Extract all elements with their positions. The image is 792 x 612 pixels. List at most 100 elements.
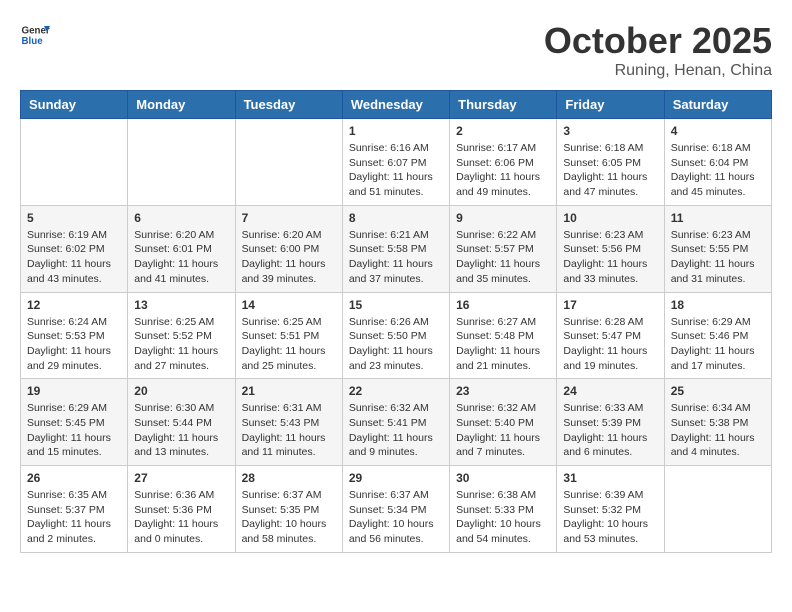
- day-number: 13: [134, 298, 228, 312]
- day-number: 31: [563, 471, 657, 485]
- day-number: 27: [134, 471, 228, 485]
- day-number: 29: [349, 471, 443, 485]
- svg-text:Blue: Blue: [22, 36, 44, 47]
- day-header-friday: Friday: [557, 91, 664, 119]
- day-cell: 22 Sunrise: 6:32 AM Sunset: 5:41 PM Dayli…: [342, 379, 449, 466]
- day-info: Sunrise: 6:26 AM Sunset: 5:50 PM Dayligh…: [349, 315, 443, 374]
- day-info: Sunrise: 6:19 AM Sunset: 6:02 PM Dayligh…: [27, 228, 121, 287]
- day-info: Sunrise: 6:29 AM Sunset: 5:45 PM Dayligh…: [27, 401, 121, 460]
- day-number: 7: [242, 211, 336, 225]
- day-info: Sunrise: 6:25 AM Sunset: 5:51 PM Dayligh…: [242, 315, 336, 374]
- day-header-saturday: Saturday: [664, 91, 771, 119]
- day-info: Sunrise: 6:25 AM Sunset: 5:52 PM Dayligh…: [134, 315, 228, 374]
- day-number: 4: [671, 124, 765, 138]
- day-info: Sunrise: 6:21 AM Sunset: 5:58 PM Dayligh…: [349, 228, 443, 287]
- day-info: Sunrise: 6:23 AM Sunset: 5:56 PM Dayligh…: [563, 228, 657, 287]
- day-cell: 6 Sunrise: 6:20 AM Sunset: 6:01 PM Daylig…: [128, 205, 235, 292]
- day-cell: [664, 466, 771, 553]
- day-header-thursday: Thursday: [450, 91, 557, 119]
- week-row-3: 12 Sunrise: 6:24 AM Sunset: 5:53 PM Dayli…: [21, 292, 772, 379]
- day-info: Sunrise: 6:33 AM Sunset: 5:39 PM Dayligh…: [563, 401, 657, 460]
- day-cell: 24 Sunrise: 6:33 AM Sunset: 5:39 PM Dayli…: [557, 379, 664, 466]
- header: General Blue October 2025 Runing, Henan,…: [20, 20, 772, 80]
- day-info: Sunrise: 6:27 AM Sunset: 5:48 PM Dayligh…: [456, 315, 550, 374]
- day-info: Sunrise: 6:38 AM Sunset: 5:33 PM Dayligh…: [456, 488, 550, 547]
- day-cell: 25 Sunrise: 6:34 AM Sunset: 5:38 PM Dayli…: [664, 379, 771, 466]
- day-number: 10: [563, 211, 657, 225]
- day-number: 2: [456, 124, 550, 138]
- day-cell: 14 Sunrise: 6:25 AM Sunset: 5:51 PM Dayli…: [235, 292, 342, 379]
- day-info: Sunrise: 6:17 AM Sunset: 6:06 PM Dayligh…: [456, 141, 550, 200]
- day-cell: 27 Sunrise: 6:36 AM Sunset: 5:36 PM Dayli…: [128, 466, 235, 553]
- day-cell: 19 Sunrise: 6:29 AM Sunset: 5:45 PM Dayli…: [21, 379, 128, 466]
- day-cell: [128, 119, 235, 206]
- day-number: 19: [27, 384, 121, 398]
- day-header-tuesday: Tuesday: [235, 91, 342, 119]
- day-number: 14: [242, 298, 336, 312]
- day-header-sunday: Sunday: [21, 91, 128, 119]
- day-cell: 7 Sunrise: 6:20 AM Sunset: 6:00 PM Daylig…: [235, 205, 342, 292]
- day-cell: 28Sunrise: 6:37 AM Sunset: 5:35 PM Dayli…: [235, 466, 342, 553]
- day-info: Sunrise: 6:36 AM Sunset: 5:36 PM Dayligh…: [134, 488, 228, 547]
- day-cell: 31 Sunrise: 6:39 AM Sunset: 5:32 PM Dayli…: [557, 466, 664, 553]
- week-row-4: 19 Sunrise: 6:29 AM Sunset: 5:45 PM Dayli…: [21, 379, 772, 466]
- day-info: Sunrise: 6:32 AM Sunset: 5:40 PM Dayligh…: [456, 401, 550, 460]
- day-cell: 30Sunrise: 6:38 AM Sunset: 5:33 PM Dayli…: [450, 466, 557, 553]
- day-cell: 10 Sunrise: 6:23 AM Sunset: 5:56 PM Dayli…: [557, 205, 664, 292]
- day-number: 22: [349, 384, 443, 398]
- day-cell: 20 Sunrise: 6:30 AM Sunset: 5:44 PM Dayli…: [128, 379, 235, 466]
- day-info: Sunrise: 6:24 AM Sunset: 5:53 PM Dayligh…: [27, 315, 121, 374]
- day-number: 20: [134, 384, 228, 398]
- day-cell: 29 Sunrise: 6:37 AM Sunset: 5:34 PM Dayli…: [342, 466, 449, 553]
- day-cell: 13 Sunrise: 6:25 AM Sunset: 5:52 PM Dayli…: [128, 292, 235, 379]
- title-area: October 2025 Runing, Henan, China: [544, 20, 772, 80]
- day-info: Sunrise: 6:23 AM Sunset: 5:55 PM Dayligh…: [671, 228, 765, 287]
- day-info: Sunrise: 6:39 AM Sunset: 5:32 PM Dayligh…: [563, 488, 657, 547]
- day-cell: [235, 119, 342, 206]
- day-header-monday: Monday: [128, 91, 235, 119]
- day-info: Sunrise: 6:29 AM Sunset: 5:46 PM Dayligh…: [671, 315, 765, 374]
- day-info: Sunrise: 6:18 AM Sunset: 6:04 PM Dayligh…: [671, 141, 765, 200]
- day-info: Sunrise: 6:34 AM Sunset: 5:38 PM Dayligh…: [671, 401, 765, 460]
- day-number: 5: [27, 211, 121, 225]
- day-info: Sunrise: 6:20 AM Sunset: 6:01 PM Dayligh…: [134, 228, 228, 287]
- header-row: SundayMondayTuesdayWednesdayThursdayFrid…: [21, 91, 772, 119]
- day-cell: 9Sunrise: 6:22 AM Sunset: 5:57 PM Daylig…: [450, 205, 557, 292]
- day-info: Sunrise: 6:20 AM Sunset: 6:00 PM Dayligh…: [242, 228, 336, 287]
- day-cell: 21 Sunrise: 6:31 AM Sunset: 5:43 PM Dayli…: [235, 379, 342, 466]
- day-number: 16: [456, 298, 550, 312]
- day-cell: 26Sunrise: 6:35 AM Sunset: 5:37 PM Dayli…: [21, 466, 128, 553]
- day-cell: 12 Sunrise: 6:24 AM Sunset: 5:53 PM Dayli…: [21, 292, 128, 379]
- week-row-2: 5 Sunrise: 6:19 AM Sunset: 6:02 PM Daylig…: [21, 205, 772, 292]
- day-cell: [21, 119, 128, 206]
- day-number: 15: [349, 298, 443, 312]
- day-number: 12: [27, 298, 121, 312]
- day-info: Sunrise: 6:37 AM Sunset: 5:34 PM Dayligh…: [349, 488, 443, 547]
- day-number: 9: [456, 211, 550, 225]
- day-number: 8: [349, 211, 443, 225]
- day-number: 11: [671, 211, 765, 225]
- day-number: 17: [563, 298, 657, 312]
- day-number: 25: [671, 384, 765, 398]
- day-info: Sunrise: 6:30 AM Sunset: 5:44 PM Dayligh…: [134, 401, 228, 460]
- day-number: 23: [456, 384, 550, 398]
- week-row-1: 1Sunrise: 6:16 AM Sunset: 6:07 PM Daylig…: [21, 119, 772, 206]
- day-cell: 23 Sunrise: 6:32 AM Sunset: 5:40 PM Dayli…: [450, 379, 557, 466]
- day-cell: 11 Sunrise: 6:23 AM Sunset: 5:55 PM Dayli…: [664, 205, 771, 292]
- day-info: Sunrise: 6:31 AM Sunset: 5:43 PM Dayligh…: [242, 401, 336, 460]
- day-number: 1: [349, 124, 443, 138]
- day-cell: 5 Sunrise: 6:19 AM Sunset: 6:02 PM Daylig…: [21, 205, 128, 292]
- day-info: Sunrise: 6:32 AM Sunset: 5:41 PM Dayligh…: [349, 401, 443, 460]
- day-number: 24: [563, 384, 657, 398]
- day-cell: 8 Sunrise: 6:21 AM Sunset: 5:58 PM Daylig…: [342, 205, 449, 292]
- day-cell: 17Sunrise: 6:28 AM Sunset: 5:47 PM Dayli…: [557, 292, 664, 379]
- day-cell: 4 Sunrise: 6:18 AM Sunset: 6:04 PM Daylig…: [664, 119, 771, 206]
- day-header-wednesday: Wednesday: [342, 91, 449, 119]
- day-cell: 3Sunrise: 6:18 AM Sunset: 6:05 PM Daylig…: [557, 119, 664, 206]
- day-number: 28: [242, 471, 336, 485]
- month-title: October 2025: [544, 20, 772, 62]
- day-number: 6: [134, 211, 228, 225]
- day-number: 21: [242, 384, 336, 398]
- day-cell: 2 Sunrise: 6:17 AM Sunset: 6:06 PM Daylig…: [450, 119, 557, 206]
- day-info: Sunrise: 6:18 AM Sunset: 6:05 PM Dayligh…: [563, 141, 657, 200]
